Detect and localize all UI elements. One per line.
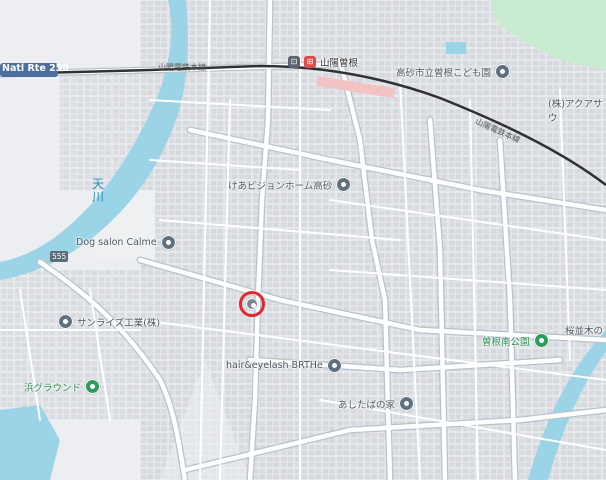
poi-label: (株)アクアサウ bbox=[548, 99, 603, 124]
place-icon bbox=[399, 396, 415, 411]
station-name: 山陽曽根 bbox=[320, 58, 359, 69]
poi-label: hair&eyelash BRTHe bbox=[226, 360, 323, 371]
selected-location-highlight[interactable] bbox=[239, 291, 265, 317]
station-transit[interactable]: ⊡ ⊞ 山陽曽根 bbox=[288, 55, 358, 69]
poi-store[interactable]: (株)アクアサウ bbox=[548, 96, 606, 124]
place-icon bbox=[336, 177, 352, 192]
river-label: 天川 bbox=[92, 177, 105, 204]
train-icon: ⊞ bbox=[304, 56, 316, 68]
poi-label: けあビジョンホーム高砂 bbox=[228, 180, 333, 192]
railway-label: 山陽電鉄本線 bbox=[158, 63, 206, 72]
poi-label: あしたばの家 bbox=[338, 399, 396, 411]
park-icon bbox=[533, 333, 549, 348]
school-icon bbox=[495, 64, 511, 79]
poi-label: Dog salon Calme bbox=[76, 237, 157, 248]
bus-icon: ⊡ bbox=[288, 56, 300, 68]
poi-label: 高砂市立曽根こども園 bbox=[396, 67, 492, 79]
poi-care-home[interactable]: けあビジョンホーム高砂 bbox=[228, 177, 352, 192]
poi-label: 浜グラウンド bbox=[24, 382, 82, 394]
poi-dog-salon[interactable]: Dog salon Calme bbox=[76, 235, 176, 250]
poi-sunrise[interactable]: サンライズ工業(株) bbox=[58, 314, 160, 329]
poi-label: サンライズ工業(株) bbox=[77, 317, 161, 329]
poi-sakura[interactable]: 桜並木の bbox=[565, 323, 603, 337]
map-canvas[interactable]: Natl Rte 250 555 山陽電鉄本線 山陽電鉄本線 天川 ⊡ ⊞ 山陽… bbox=[0, 0, 606, 480]
map-pin-icon bbox=[246, 298, 258, 310]
place-icon bbox=[326, 358, 342, 373]
road-label-rte250: Natl Rte 250 bbox=[2, 63, 69, 74]
poi-ashitaba[interactable]: あしたばの家 bbox=[338, 396, 415, 411]
poi-hair-salon[interactable]: hair&eyelash BRTHe bbox=[226, 358, 342, 373]
poi-school[interactable]: 高砂市立曽根こども園 bbox=[396, 64, 511, 79]
poi-hama-ground[interactable]: 浜グラウンド bbox=[24, 379, 101, 394]
poi-label: 曽根南公園 bbox=[482, 336, 530, 348]
place-icon bbox=[160, 235, 176, 250]
highway-number: 555 bbox=[52, 252, 67, 261]
place-icon bbox=[58, 314, 73, 329]
poi-sone-park[interactable]: 曽根南公園 bbox=[482, 333, 549, 348]
park-icon bbox=[85, 379, 101, 394]
poi-label: 桜並木の bbox=[565, 326, 604, 337]
